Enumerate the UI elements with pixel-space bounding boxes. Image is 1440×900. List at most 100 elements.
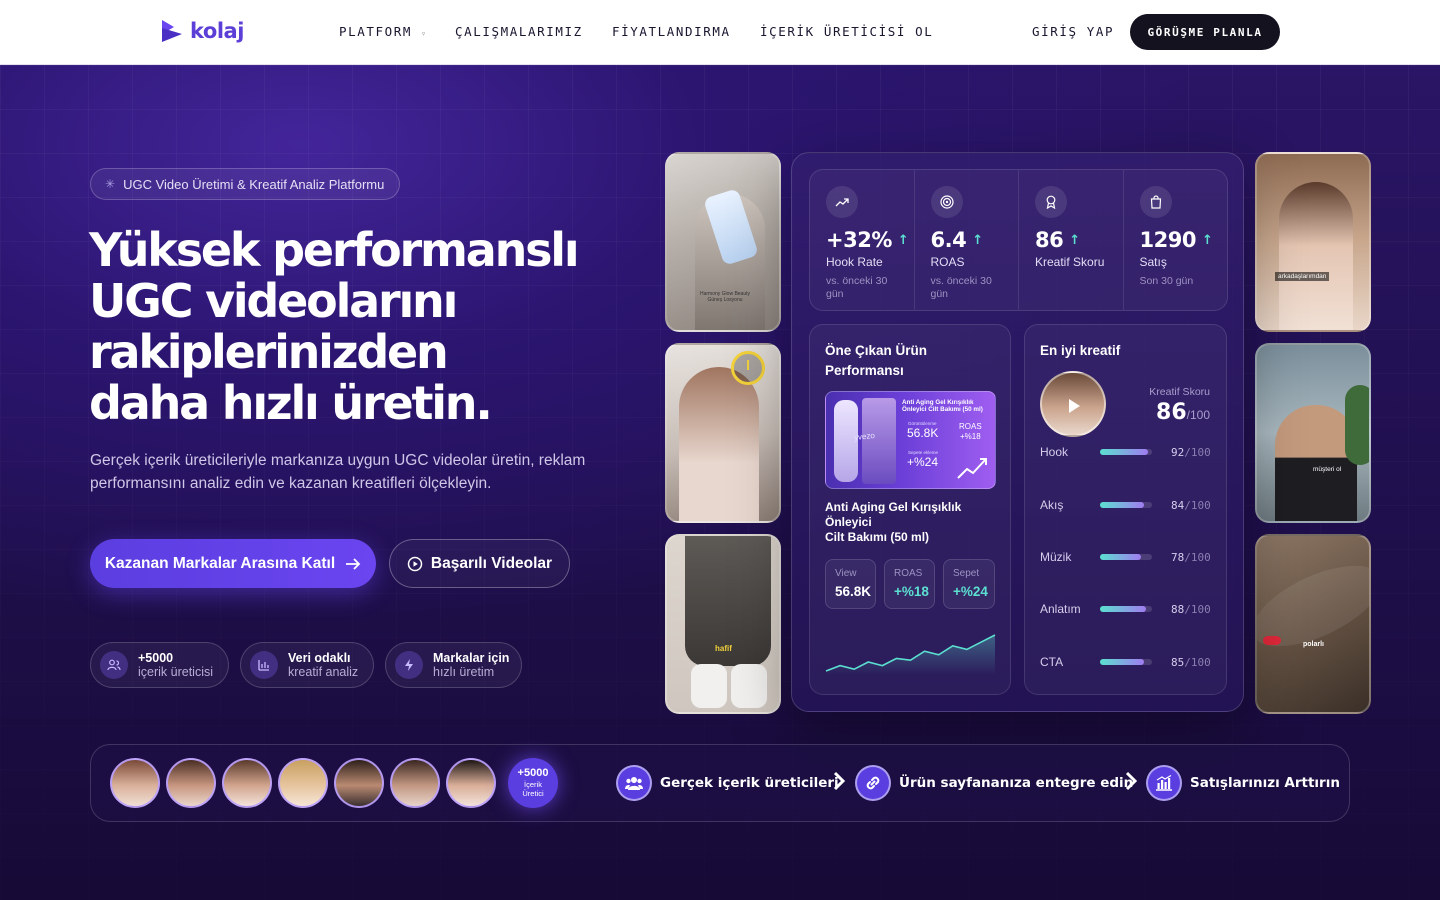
- mini-label: ROAS: [894, 568, 923, 579]
- ugc-video-thumbnail[interactable]: polarlı: [1255, 534, 1371, 714]
- banner-trend-icon: [957, 458, 987, 479]
- metric-view: View 56.8K: [825, 559, 876, 609]
- step-label: Ürün sayfananıza entegre edin: [899, 775, 1134, 791]
- step-sales: Satışlarınızı Arttırın: [1146, 765, 1340, 801]
- metric-value: 92/100: [1171, 445, 1211, 459]
- successful-videos-button[interactable]: Başarılı Videolar: [389, 539, 570, 588]
- logo[interactable]: kolaj: [160, 18, 244, 44]
- sales-chart-icon: [1146, 765, 1182, 801]
- headline-line: daha hızlı üretin.: [89, 376, 493, 430]
- banner-title: Anti Aging Gel Kırışıklık Önleyici Cilt …: [902, 399, 983, 413]
- creative-thumbnail[interactable]: [1040, 371, 1106, 437]
- metric-bar-fill: [1100, 502, 1144, 508]
- nav-link-works[interactable]: ÇALIŞMALARIMIZ: [455, 24, 583, 39]
- video-caption: Harmony Glow Beauty Güneş Losyonu: [699, 291, 751, 303]
- creator-avatar[interactable]: [222, 758, 272, 808]
- fingernail: [1263, 636, 1281, 645]
- link-icon: [855, 765, 891, 801]
- creator-avatar[interactable]: [446, 758, 496, 808]
- timer-icon: [731, 351, 765, 385]
- score-max: /100: [1186, 408, 1210, 422]
- metric-bar: [1100, 554, 1152, 560]
- stat-value: 1290: [1139, 228, 1197, 252]
- creator-count-badge[interactable]: +5000 İçerik Üretici: [508, 758, 558, 808]
- login-link[interactable]: GİRİŞ YAP: [1032, 24, 1114, 39]
- sneaker-shape: [731, 664, 767, 708]
- ugc-video-thumbnail[interactable]: arkadaşlarımdan: [1255, 152, 1371, 332]
- metric-bar-fill: [1100, 449, 1148, 455]
- ugc-video-thumbnail[interactable]: müşteri ol: [1255, 343, 1371, 523]
- schedule-meeting-button[interactable]: GÖRÜŞME PLANLA: [1130, 14, 1280, 50]
- product-name: Anti Aging Gel Kırışıklık Önleyici Cilt B…: [825, 500, 962, 544]
- metric-name: Hook: [1040, 445, 1069, 459]
- award-icon: [1035, 186, 1067, 218]
- video-caption: müşteri ol: [1313, 466, 1342, 473]
- platform-badge: ✳ UGC Video Üretimi & Kreatif Analiz Pla…: [90, 168, 401, 200]
- arrow-up-icon: ↑: [1201, 232, 1213, 248]
- feature-speed: Markalar için hızlı üretim: [385, 642, 522, 688]
- creative-score: 86/100: [1156, 400, 1210, 425]
- step-label: Gerçek içerik üreticileri: [660, 775, 839, 791]
- creator-avatar[interactable]: [390, 758, 440, 808]
- stat-value: +32%: [826, 228, 892, 252]
- creator-avatar[interactable]: [278, 758, 328, 808]
- hero-section: ✳ UGC Video Üretimi & Kreatif Analiz Pla…: [0, 65, 1440, 900]
- person-silhouette: [1279, 182, 1353, 330]
- metric-row: Akış 84/100: [1040, 497, 1211, 513]
- metric-value: 78/100: [1171, 550, 1211, 564]
- stat-label: Kreatif Skoru: [1035, 255, 1105, 269]
- plant-shape: [1345, 385, 1369, 465]
- metric-bar: [1100, 606, 1152, 612]
- mini-value: +%18: [894, 584, 929, 599]
- feature-desc: kreatif analiz: [288, 665, 359, 679]
- hero-subtitle: Gerçek içerik üreticileriyle markanıza u…: [90, 452, 586, 492]
- card-title: Öne Çıkan Ürün Performansı: [825, 343, 928, 378]
- mini-label: View: [835, 568, 857, 579]
- arrow-up-icon: ↑: [972, 232, 983, 248]
- metric-bar: [1100, 502, 1152, 508]
- metric-name: CTA: [1040, 655, 1064, 669]
- ugc-video-thumbnail[interactable]: hafif: [665, 534, 781, 714]
- stats-row: +32% ↑ Hook Rate vs. önceki 30 gün 6.4 ↑ R…: [809, 169, 1228, 311]
- sales-trend-chart: [825, 634, 996, 675]
- metric-name: Anlatım: [1040, 602, 1081, 616]
- metric-row: Müzik 78/100: [1040, 549, 1211, 565]
- stat-note: vs. önceki 30 gün: [930, 275, 992, 300]
- banner-cart: +%24: [907, 455, 939, 469]
- creator-avatar[interactable]: [110, 758, 160, 808]
- feature-title: +5000: [138, 651, 174, 665]
- trend-up-icon: [826, 186, 858, 218]
- ugc-video-thumbnail[interactable]: Harmony Glow Beauty Güneş Losyonu: [665, 152, 781, 332]
- score-value: 86: [1156, 400, 1187, 425]
- chevron-down-icon: ▿: [421, 29, 428, 38]
- stat-sales: 1290 ↑ Satış Son 30 gün: [1124, 170, 1228, 310]
- stat-label: ROAS: [930, 255, 965, 269]
- product-box: [862, 398, 896, 484]
- product-banner[interactable]: yvezo Anti Aging Gel Kırışıklık Önleyici…: [825, 391, 996, 489]
- metric-name: Akış: [1040, 498, 1064, 512]
- mini-value: 56.8K: [835, 584, 872, 599]
- bar-chart-icon: [250, 651, 278, 679]
- creator-count: +5000: [517, 767, 549, 779]
- metric-bar: [1100, 659, 1152, 665]
- join-brands-button[interactable]: Kazanan Markalar Arasına Katıl: [90, 539, 376, 588]
- creator-avatar[interactable]: [166, 758, 216, 808]
- score-label: Kreatif Skoru: [1149, 386, 1210, 398]
- creator-count-label: İçerik Üretici: [522, 780, 544, 798]
- ugc-video-thumbnail[interactable]: [665, 343, 781, 523]
- creator-avatar[interactable]: [334, 758, 384, 808]
- stat-label: Satış: [1139, 255, 1167, 269]
- nav-link-pricing[interactable]: FİYATLANDIRMA: [612, 24, 731, 39]
- nav-link-platform[interactable]: PLATFORM ▿: [339, 24, 428, 39]
- stat-label: Hook Rate: [826, 255, 883, 269]
- users-icon: [100, 651, 128, 679]
- nav-link-creator[interactable]: İÇERİK ÜRETİCİSİ OL: [760, 24, 933, 39]
- platform-badge-text: UGC Video Üretimi & Kreatif Analiz Platf…: [123, 176, 385, 192]
- logo-wordmark: kolaj: [190, 19, 244, 43]
- headline-line: rakiplerinizden: [89, 325, 449, 379]
- metric-bar: [1100, 449, 1152, 455]
- stat-note: vs. önceki 30 gün: [826, 275, 888, 300]
- metric-name: Müzik: [1040, 550, 1072, 564]
- banner-roas-label: ROAS: [959, 422, 982, 431]
- headline-line: Yüksek performanslı: [89, 223, 580, 277]
